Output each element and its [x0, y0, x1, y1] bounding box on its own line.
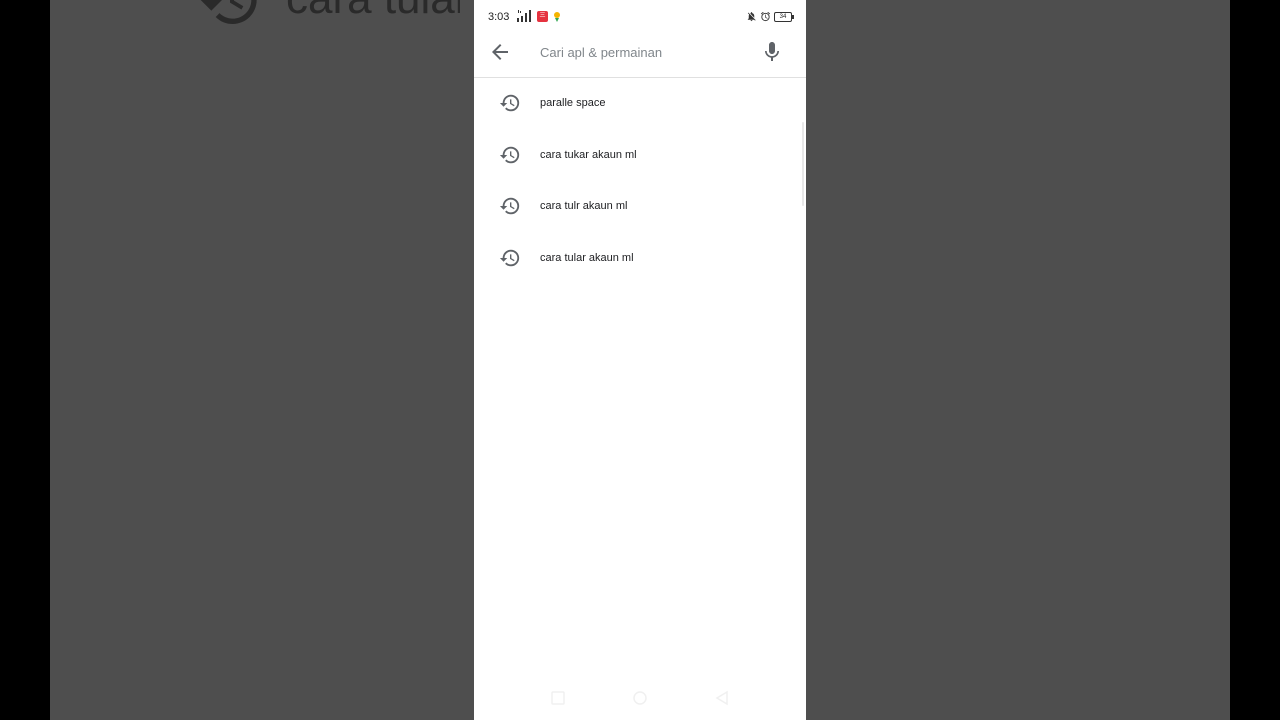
- history-icon: [499, 94, 520, 112]
- mic-icon[interactable]: [760, 40, 784, 64]
- triangle-icon[interactable]: [714, 690, 730, 706]
- background-blur-right: [820, 0, 1230, 720]
- notification-app-icon: 三: [537, 11, 548, 22]
- list-item[interactable]: paralle space: [474, 78, 806, 130]
- search-bar: [474, 30, 806, 78]
- history-icon: [200, 0, 257, 25]
- background-blur-left: cara tular: [50, 0, 460, 720]
- background-gutter-right: [806, 0, 820, 720]
- notification-app-icon-2: [554, 12, 560, 22]
- list-item[interactable]: cara tular akaun ml: [474, 233, 806, 285]
- status-icons: 34: [746, 10, 794, 23]
- video-frame: cara tular 3:03 三: [0, 0, 1280, 720]
- circle-icon[interactable]: [632, 690, 648, 706]
- list-item[interactable]: cara tukar akaun ml: [474, 130, 806, 182]
- history-icon: [499, 197, 520, 215]
- history-item-label: paralle space: [540, 97, 606, 109]
- scrollbar: [802, 122, 804, 206]
- history-item-label: cara tular akaun ml: [540, 251, 634, 264]
- status-bar: 3:03 三 34: [474, 0, 806, 32]
- list-item[interactable]: cara tulr akaun ml: [474, 181, 806, 233]
- history-item-label: cara tulr akaun ml: [540, 200, 628, 213]
- signal-icon: [517, 10, 531, 22]
- square-icon[interactable]: [550, 690, 566, 706]
- background-zoomed-text: cara tular: [286, 0, 460, 24]
- status-time: 3:03: [488, 11, 510, 23]
- search-history-list: paralle space cara tukar akaun ml cara t…: [474, 78, 806, 284]
- background-gutter-left: [460, 0, 474, 720]
- arrow-back-icon[interactable]: [488, 40, 512, 64]
- search-input[interactable]: [540, 40, 750, 64]
- alarm-icon: [760, 11, 771, 22]
- notifications-off-icon: [747, 12, 756, 22]
- history-icon: [499, 146, 520, 163]
- history-icon: [499, 249, 520, 267]
- phone-screen: 3:03 三 34 Cari apl & permainan paralle s…: [474, 0, 806, 720]
- history-item-label: cara tukar akaun ml: [540, 148, 637, 161]
- system-navigation-bar: [474, 676, 806, 720]
- battery-icon: 34: [774, 11, 794, 22]
